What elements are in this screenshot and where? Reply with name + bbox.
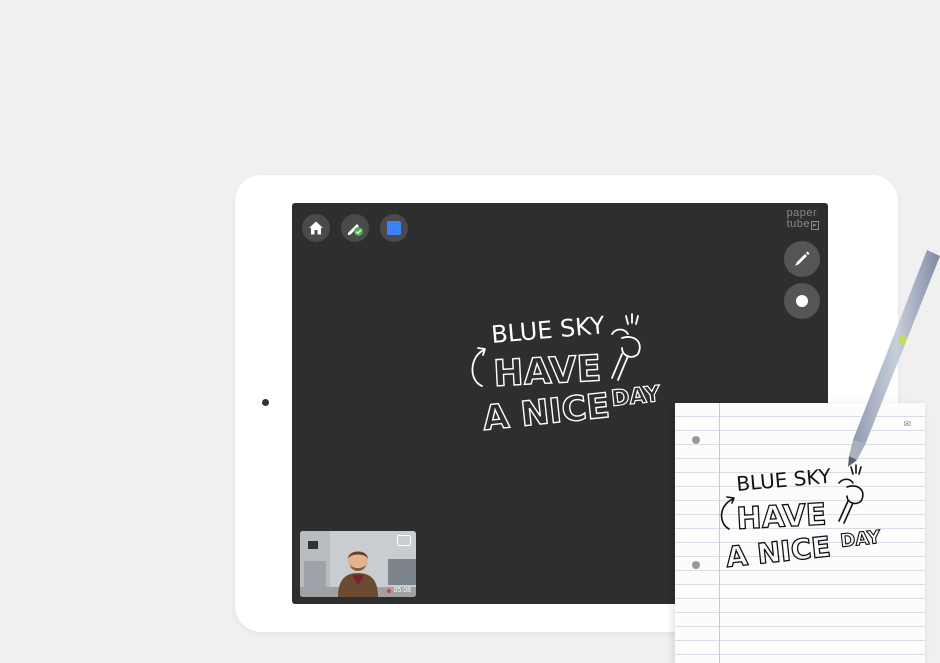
home-button[interactable] bbox=[302, 214, 330, 242]
canvas-line4: DAY bbox=[610, 382, 663, 412]
paper-hole bbox=[692, 561, 700, 569]
tablet-camera-dot bbox=[262, 399, 269, 406]
paper-line4: DAY bbox=[839, 527, 882, 552]
marker-icon bbox=[795, 251, 810, 266]
recording-timer: 05:08 bbox=[387, 587, 411, 594]
home-icon bbox=[309, 221, 323, 235]
logo-text-line2: tube ▸ bbox=[786, 218, 819, 230]
timer-text: 05:08 bbox=[393, 587, 411, 594]
stylus-pen bbox=[848, 250, 940, 467]
brush-size-button[interactable] bbox=[784, 283, 820, 319]
dot-icon bbox=[796, 295, 808, 307]
pen-check-icon bbox=[348, 224, 363, 236]
paper-line1: BLUE SKY bbox=[735, 464, 832, 496]
color-picker-button[interactable] bbox=[380, 214, 408, 242]
app-logo: paper tube ▸ bbox=[787, 208, 819, 231]
paper-handwriting: BLUE SKY HAVE A NICE DAY bbox=[720, 464, 883, 575]
pen-tool-button[interactable] bbox=[341, 214, 369, 242]
camera-switch-icon[interactable] bbox=[397, 535, 411, 546]
paper-hole bbox=[692, 436, 700, 444]
color-swatch bbox=[387, 221, 401, 235]
marker-tool-button[interactable] bbox=[784, 241, 820, 277]
record-dot-icon bbox=[387, 588, 392, 593]
handwriting-drawing: BLUE SKY HAVE A NICE DAY bbox=[471, 311, 663, 440]
canvas-line1: BLUE SKY bbox=[490, 311, 606, 349]
video-call-thumbnail[interactable]: 05:08 bbox=[300, 531, 416, 597]
